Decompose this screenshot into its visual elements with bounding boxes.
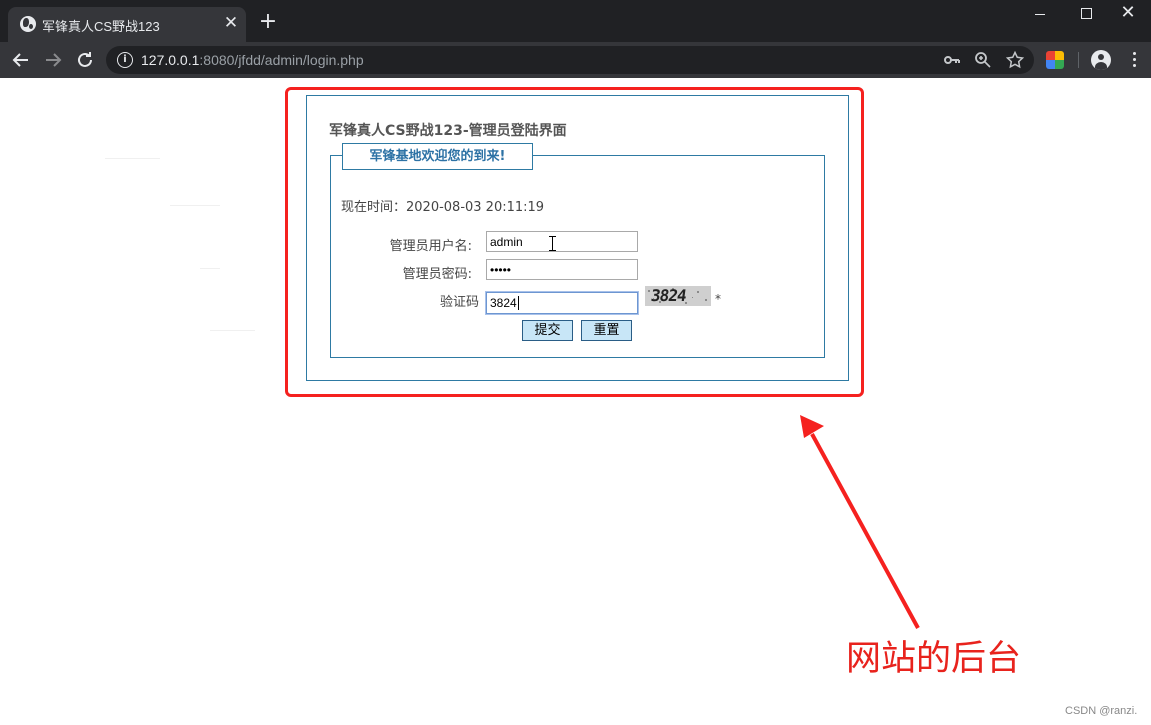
annotation-label: 网站的后台: [846, 639, 1022, 679]
browser-toolbar: i 127.0.0.1:8080/jfdd/admin/login.php: [0, 42, 1151, 78]
menu-icon[interactable]: [1126, 50, 1142, 70]
extension-icon[interactable]: [1046, 51, 1064, 69]
watermark: CSDN @ranzi.: [1065, 705, 1138, 717]
captcha-text: 3824: [649, 286, 687, 305]
back-icon[interactable]: [9, 48, 33, 72]
globe-icon: [20, 16, 36, 32]
close-icon: ✕: [1120, 2, 1136, 23]
fieldset-legend: 军锋基地欢迎您的到来!: [342, 143, 533, 170]
page-title: 军锋真人CS野战123-管理员登陆界面: [329, 123, 567, 139]
browser-titlebar: 军锋真人CS野战123 ✕ + ✕: [0, 0, 1151, 42]
star-icon[interactable]: [1005, 50, 1025, 70]
maximize-button[interactable]: [1063, 0, 1109, 30]
captcha-label: 验证码: [439, 295, 479, 310]
reload-icon[interactable]: [73, 48, 97, 72]
toolbar-separator: [1078, 52, 1079, 68]
browser-tab[interactable]: 军锋真人CS野战123 ✕: [8, 7, 246, 42]
address-bar[interactable]: i 127.0.0.1:8080/jfdd/admin/login.php: [106, 46, 1034, 74]
required-mark: *: [715, 292, 721, 306]
zoom-icon[interactable]: [973, 50, 993, 70]
text-cursor-icon: [549, 236, 556, 251]
submit-button[interactable]: 提交: [522, 320, 573, 341]
faint-line: [200, 268, 220, 269]
new-tab-button[interactable]: +: [258, 11, 278, 33]
faint-line: [170, 205, 220, 206]
url-host: 127.0.0.1: [141, 52, 200, 68]
captcha-input[interactable]: [486, 292, 638, 314]
forward-icon[interactable]: [41, 48, 65, 72]
profile-icon[interactable]: [1091, 50, 1111, 70]
url-text[interactable]: 127.0.0.1:8080/jfdd/admin/login.php: [141, 52, 364, 68]
password-label: 管理员密码:: [402, 267, 472, 282]
captcha-image[interactable]: 3824: [645, 286, 711, 306]
login-fieldset: [330, 155, 825, 358]
annotation-arrow-icon: [800, 415, 920, 629]
tab-close-icon[interactable]: ✕: [222, 14, 240, 32]
close-window-button[interactable]: ✕: [1105, 0, 1151, 30]
tab-title: 军锋真人CS野战123: [42, 19, 160, 34]
faint-line: [105, 158, 160, 159]
text-caret: [518, 296, 519, 310]
info-icon[interactable]: i: [117, 52, 133, 68]
username-input[interactable]: [486, 231, 638, 252]
faint-line: [210, 330, 255, 331]
key-icon[interactable]: [942, 50, 962, 70]
minimize-button[interactable]: [1017, 0, 1063, 30]
username-label: 管理员用户名:: [389, 239, 472, 254]
reset-button[interactable]: 重置: [581, 320, 632, 341]
password-input[interactable]: [486, 259, 638, 280]
url-path: :8080/jfdd/admin/login.php: [199, 52, 364, 68]
current-time: 现在时间：2020-08-03 20:11:19: [341, 200, 545, 215]
legend-text: 军锋基地欢迎您的到来!: [369, 149, 506, 164]
